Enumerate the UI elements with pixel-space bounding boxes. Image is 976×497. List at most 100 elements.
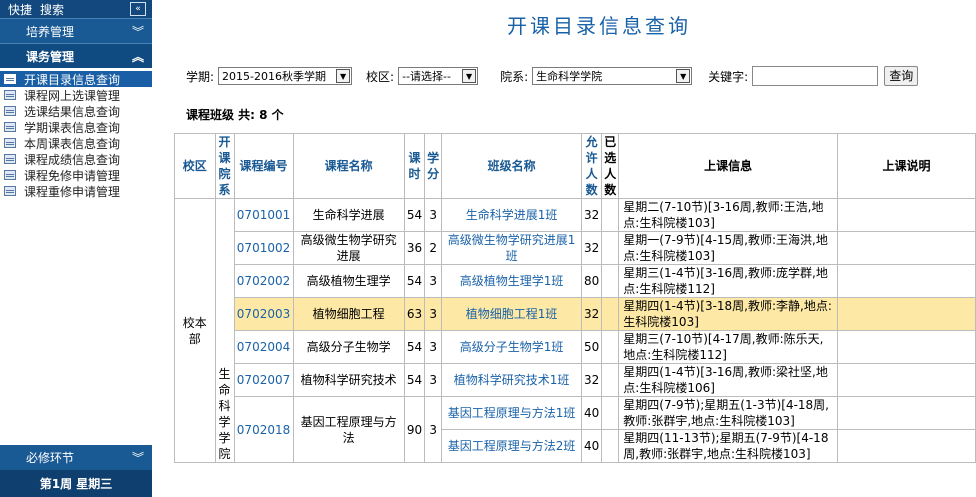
list-icon <box>4 154 16 164</box>
allowed-cell: 32 <box>580 297 603 331</box>
header-campus[interactable]: 校区 <box>174 133 216 199</box>
chevron-down-icon: ︾ <box>131 24 144 39</box>
class-name-cell[interactable]: 高级微生物学研究进展1班 <box>441 231 582 265</box>
campus-select[interactable]: --请选择-- ▼ <box>398 67 479 85</box>
query-button[interactable]: 查询 <box>884 66 919 86</box>
dept-select[interactable]: 生命科学学院 ▼ <box>532 67 693 85</box>
notes-cell <box>837 297 976 331</box>
header-hours[interactable]: 课时 <box>403 133 426 199</box>
notes-cell <box>837 231 976 265</box>
hours-cell: 54 <box>403 264 426 298</box>
selected-count-cell <box>601 198 620 232</box>
sidebar-section-bixiu[interactable]: 必修环节 ︾ <box>0 445 152 470</box>
dropdown-arrow-icon[interactable]: ▼ <box>462 69 477 83</box>
table-row: 0702018 基因工程原理与方法 90 3 基因工程原理与方法1班 40 星期四(7-9节… <box>175 396 976 463</box>
selected-count-cell <box>601 429 620 463</box>
class-name-cell[interactable]: 高级植物生理学1班 <box>441 264 582 298</box>
dropdown-arrow-icon[interactable]: ▼ <box>676 69 691 83</box>
header-class-name[interactable]: 班级名称 <box>441 133 582 199</box>
shortcut-link[interactable]: 快捷 <box>8 1 32 18</box>
class-name-cell[interactable]: 基因工程原理与方法2班 <box>441 429 582 463</box>
credit-cell: 3 <box>424 297 443 331</box>
course-name-cell: 植物细胞工程 <box>292 297 405 331</box>
sidebar-item[interactable]: 课程成绩信息查询 <box>0 151 152 167</box>
keyword-label: 关键字: <box>708 69 749 84</box>
course-code-cell[interactable]: 0702002 <box>233 264 294 298</box>
allowed-cell: 50 <box>580 330 603 364</box>
header-schedule: 上课信息 <box>618 133 839 199</box>
schedule-cell: 星期二(7-10节)[3-16周,教师:王浩,地点:生科院楼103] <box>618 198 839 232</box>
course-code-cell[interactable]: 0701002 <box>233 231 294 265</box>
selected-count-cell <box>601 396 620 430</box>
header-credit[interactable]: 学分 <box>424 133 443 199</box>
header-notes: 上课说明 <box>837 133 976 199</box>
course-code-cell[interactable]: 0702018 <box>233 396 294 463</box>
sidebar-top-bar: 快捷 搜索 « <box>0 0 152 18</box>
schedule-cell: 星期四(11-13节);星期五(7-9节)[4-18周,教师:张群宇,地点:生科… <box>618 429 839 463</box>
course-name-cell: 高级植物生理学 <box>292 264 405 298</box>
header-college[interactable]: 开课院系 <box>214 133 235 199</box>
table-row: 0702007 植物科学研究技术 54 3 植物科学研究技术1班 32 星期四(1-4节)[… <box>175 363 976 397</box>
class-name-cell[interactable]: 植物细胞工程1班 <box>441 297 582 331</box>
header-code[interactable]: 课程编号 <box>233 133 294 199</box>
campus-select-value: --请选择-- <box>402 70 451 83</box>
hours-cell: 54 <box>403 330 426 364</box>
week-status: 第1周 星期三 <box>0 470 152 497</box>
class-name-cell[interactable]: 植物科学研究技术1班 <box>441 363 582 397</box>
section-label: 培养管理 <box>26 24 75 39</box>
sidebar-item[interactable]: 学期课表信息查询 <box>0 119 152 135</box>
course-code-cell[interactable]: 0701001 <box>233 198 294 232</box>
hours-cell: 54 <box>403 198 426 232</box>
sidebar: 快捷 搜索 « 培养管理 ︾ 课务管理 ︽ 开课目录信息查询 课程网上选课管理 选课… <box>0 0 152 497</box>
hours-cell: 36 <box>403 231 426 265</box>
header-name[interactable]: 课程名称 <box>292 133 405 199</box>
sidebar-menu: 开课目录信息查询 课程网上选课管理 选课结果信息查询 学期课表信息查询 本周课表信息查询… <box>0 68 152 199</box>
campus-cell: 校本部 <box>174 198 216 463</box>
header-allowed[interactable]: 允许人数 <box>580 133 603 199</box>
course-name-cell: 植物科学研究技术 <box>292 363 405 397</box>
selected-count-cell <box>601 330 620 364</box>
chevron-up-icon: ︽ <box>131 49 144 64</box>
campus-label: 校区: <box>366 69 395 84</box>
sidebar-item[interactable]: 课程重修申请管理 <box>0 183 152 199</box>
search-link[interactable]: 搜索 <box>40 1 64 18</box>
class-name-cell[interactable]: 高级分子生物学1班 <box>441 330 582 364</box>
keyword-input[interactable] <box>752 66 879 86</box>
class-name-cell[interactable]: 生命科学进展1班 <box>441 198 582 232</box>
credit-cell: 3 <box>424 330 443 364</box>
credit-cell: 3 <box>424 396 443 463</box>
course-code-cell[interactable]: 0702003 <box>233 297 294 331</box>
course-code-cell[interactable]: 0702004 <box>233 330 294 364</box>
course-code-cell[interactable]: 0702007 <box>233 363 294 397</box>
sidebar-item[interactable]: 开课目录信息查询 <box>0 71 152 87</box>
list-icon <box>4 170 16 180</box>
sidebar-item[interactable]: 课程网上选课管理 <box>0 87 152 103</box>
hours-cell: 63 <box>403 297 426 331</box>
list-icon <box>4 122 16 132</box>
notes-cell <box>837 330 976 364</box>
sidebar-item[interactable]: 课程免修申请管理 <box>0 167 152 183</box>
collapse-sidebar-icon[interactable]: « <box>130 2 146 16</box>
sidebar-item-label: 学期课表信息查询 <box>24 120 121 135</box>
notes-cell <box>837 198 976 232</box>
allowed-cell: 32 <box>580 363 603 397</box>
sidebar-item[interactable]: 选课结果信息查询 <box>0 103 152 119</box>
sidebar-item[interactable]: 本周课表信息查询 <box>0 135 152 151</box>
sidebar-section-kewu[interactable]: 课务管理 ︽ <box>0 43 152 68</box>
main-content: 开课目录信息查询 学期: 2015-2016秋季学期 ▼ 校区: --请选择--… <box>152 0 976 497</box>
section-label: 必修环节 <box>26 451 75 465</box>
table-header-row: 校区 开课院系 课程编号 课程名称 课时 学分 班级名称 允许人数 已选人数 上… <box>174 133 976 199</box>
list-icon <box>4 138 16 148</box>
result-count: 课程班级 共: 8 个 <box>186 108 284 122</box>
notes-cell <box>837 396 976 430</box>
selected-count-cell <box>601 264 620 298</box>
term-select-value: 2015-2016秋季学期 <box>222 70 327 83</box>
sidebar-section-peiyang[interactable]: 培养管理 ︾ <box>0 18 152 43</box>
allowed-cell: 32 <box>580 198 603 232</box>
class-name-cell[interactable]: 基因工程原理与方法1班 <box>441 396 582 430</box>
dept-label: 院系: <box>500 69 529 84</box>
dropdown-arrow-icon[interactable]: ▼ <box>336 69 351 83</box>
term-select[interactable]: 2015-2016秋季学期 ▼ <box>218 67 353 85</box>
page-title: 开课目录信息查询 <box>507 14 691 38</box>
dept-select-value: 生命科学学院 <box>536 70 603 83</box>
